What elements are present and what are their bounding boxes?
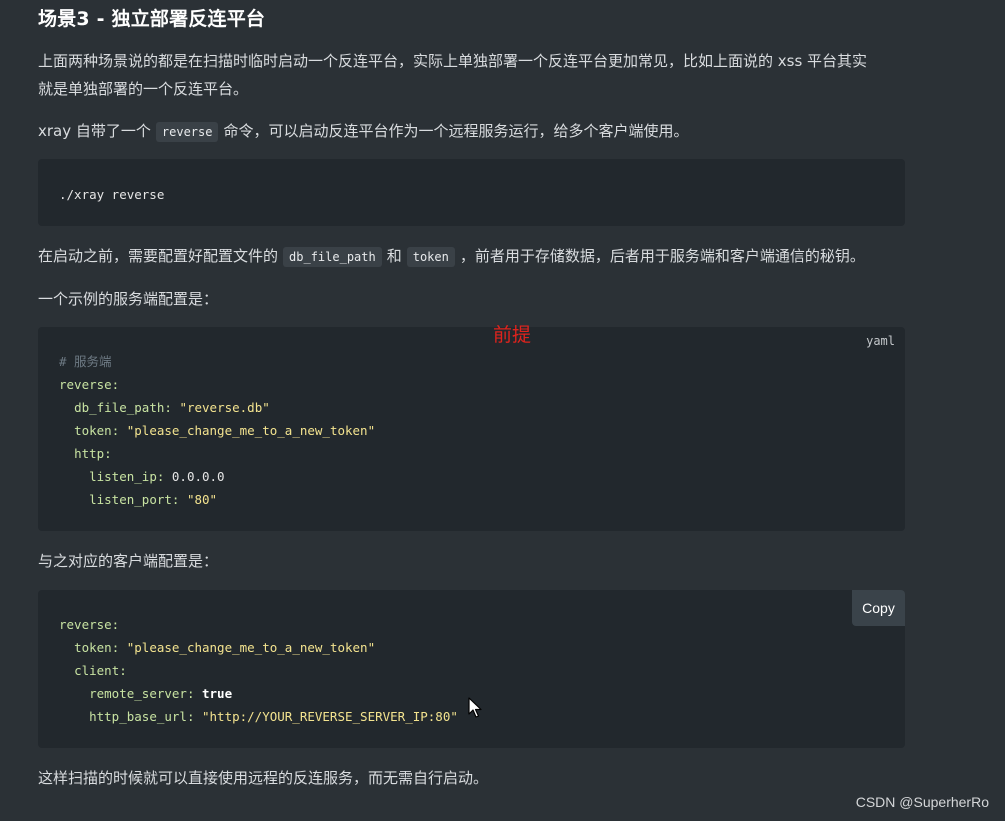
- intro-paragraph: 上面两种场景说的都是在扫描时临时启动一个反连平台，实际上单独部署一个反连平台更加…: [38, 47, 905, 103]
- code-key: reverse:: [59, 377, 120, 392]
- code-line: reverse:: [59, 613, 119, 636]
- config-text-after: ，前者用于存储数据，后者用于服务端和客户端通信的秘钥。: [459, 247, 865, 265]
- code-string: "please_change_me_to_a_new_token": [126, 640, 376, 655]
- code-line: listen_port: "80": [59, 488, 217, 511]
- red-annotation-label: 前提: [493, 324, 532, 346]
- client-config-code-block: Copy reverse: token: "please_change_me_t…: [38, 590, 905, 748]
- reverse-text-after: 命令，可以启动反连平台作为一个远程服务运行，给多个客户端使用。: [223, 122, 689, 140]
- client-config-intro: 与之对应的客户端配置是：: [38, 552, 219, 570]
- code-comment: # 服务端: [59, 354, 112, 369]
- closing-paragraph: 这样扫描的时候就可以直接使用远程的反连服务，而无需自行启动。: [38, 769, 489, 787]
- config-paragraph: 在启动之前，需要配置好配置文件的 db_file_path 和 token ，前者用于存…: [38, 242, 905, 271]
- code-key: listen_ip:: [89, 469, 165, 484]
- server-config-code-block: yaml # 服务端 reverse: db_file_path: "rever…: [38, 327, 905, 531]
- watermark: CSDN @SuperherRo: [855, 794, 989, 810]
- server-config-intro: 一个示例的服务端配置是：: [38, 290, 219, 308]
- code-value: 0.0.0.0: [171, 469, 225, 484]
- code-string: "http://YOUR_REVERSE_SERVER_IP:80": [202, 709, 458, 724]
- code-string: "80": [186, 492, 218, 507]
- code-line: http:: [59, 442, 112, 465]
- code-line: client:: [59, 659, 127, 682]
- code-string: "please_change_me_to_a_new_token": [126, 423, 376, 438]
- code-key: reverse:: [59, 617, 120, 632]
- inline-code-token: token: [406, 247, 455, 267]
- code-line: token: "please_change_me_to_a_new_token": [59, 636, 375, 659]
- reverse-text-before: xray 自带了一个: [38, 122, 151, 140]
- code-string: "reverse.db": [179, 400, 270, 415]
- config-text-mid: 和: [386, 247, 402, 265]
- code-key: db_file_path:: [74, 400, 172, 415]
- code-line: reverse:: [59, 373, 119, 396]
- inline-code-reverse: reverse: [155, 122, 219, 142]
- config-text-before: 在启动之前，需要配置好配置文件的: [38, 247, 279, 265]
- mouse-cursor-icon: [468, 697, 482, 723]
- code-key: http_base_url:: [89, 709, 195, 724]
- code-line: db_file_path: "reverse.db": [59, 396, 270, 419]
- code-boolean: true: [202, 686, 233, 701]
- code-key: http:: [74, 446, 112, 461]
- code-key: token:: [74, 640, 120, 655]
- command-text: ./xray reverse: [59, 187, 165, 202]
- code-line: # 服务端: [59, 350, 112, 373]
- section-heading: 场景3 - 独立部署反连平台: [38, 8, 266, 30]
- intro-line-1: 上面两种场景说的都是在扫描时临时启动一个反连平台，实际上单独部署一个反连平台更加…: [38, 52, 868, 70]
- code-key: token:: [74, 423, 120, 438]
- code-line: http_base_url: "http://YOUR_REVERSE_SERV…: [59, 705, 458, 728]
- code-key: client:: [74, 663, 127, 678]
- code-line: token: "please_change_me_to_a_new_token": [59, 419, 375, 442]
- code-key: listen_port:: [89, 492, 180, 507]
- copy-button[interactable]: Copy: [852, 590, 905, 626]
- code-line: listen_ip: 0.0.0.0: [59, 465, 225, 488]
- inline-code-db-file-path: db_file_path: [283, 247, 382, 267]
- code-line: ./xray reverse: [59, 183, 164, 206]
- reverse-command-paragraph: xray 自带了一个 reverse 命令，可以启动反连平台作为一个远程服务运行，给…: [38, 117, 905, 146]
- command-code-block: ./xray reverse: [38, 159, 905, 226]
- intro-line-2: 就是单独部署的一个反连平台。: [38, 80, 249, 98]
- language-label: yaml: [866, 334, 895, 348]
- code-line: remote_server: true: [59, 682, 232, 705]
- code-key: remote_server:: [89, 686, 195, 701]
